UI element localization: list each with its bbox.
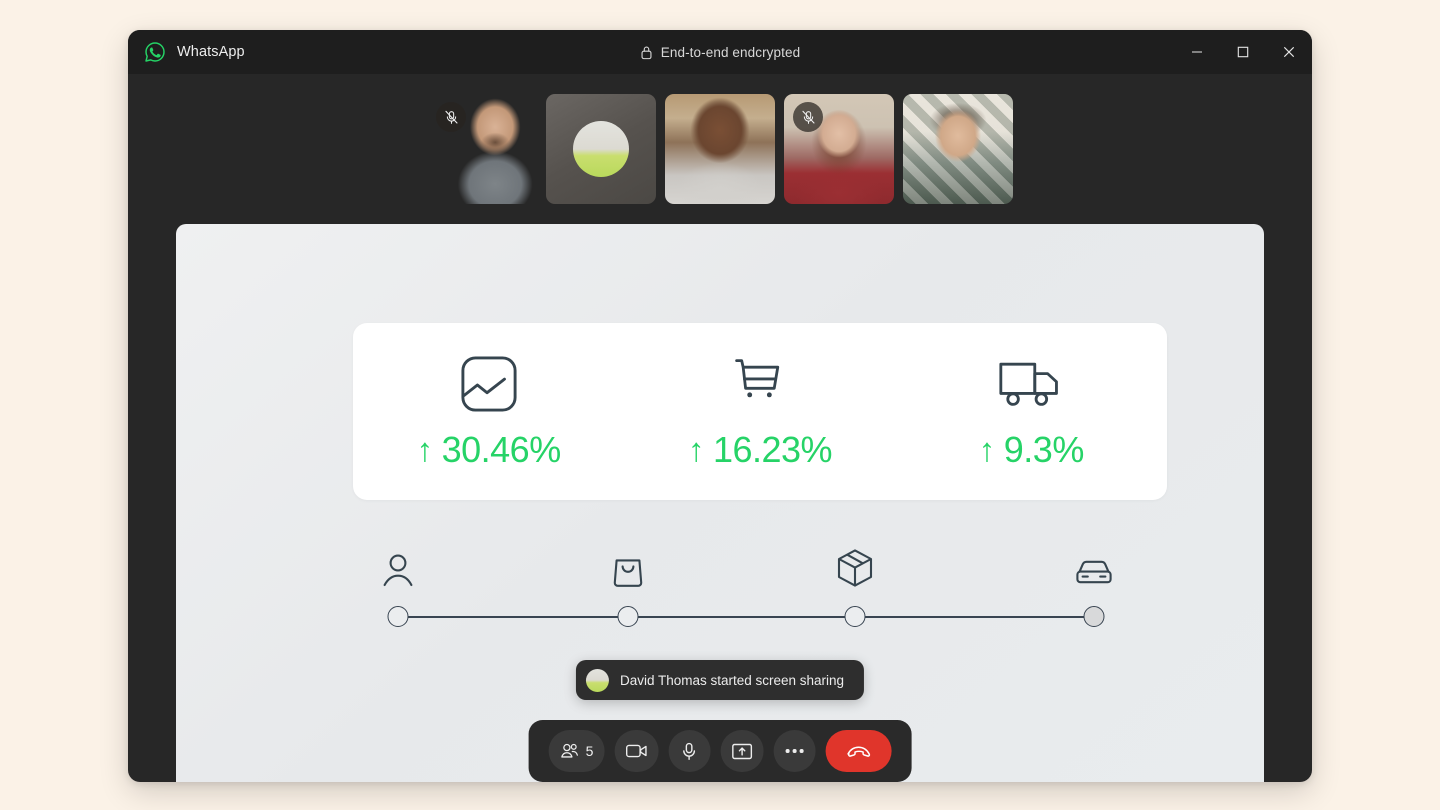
- participant-filmstrip: [128, 74, 1312, 224]
- maximize-button[interactable]: [1220, 30, 1266, 74]
- shared-screen-stage: ↑ 30.46% ↑ 16.23% ↑ 9.3% David Thomas st…: [176, 224, 1264, 782]
- car-icon: [1075, 558, 1113, 588]
- window-controls: [1174, 30, 1312, 74]
- shopping-bag-icon: [612, 554, 644, 588]
- mic-muted-icon: [444, 110, 459, 125]
- stats-card: ↑ 30.46% ↑ 16.23% ↑ 9.3%: [353, 323, 1167, 500]
- participant-video-3: [665, 94, 775, 204]
- stat-item-1: ↑ 16.23%: [624, 323, 895, 500]
- app-brand: WhatsApp: [128, 41, 245, 63]
- stat-value-0: ↑ 30.46%: [416, 428, 562, 471]
- participant-tile-5[interactable]: [903, 94, 1013, 204]
- end-call-icon: [845, 742, 871, 760]
- stat-value-1: ↑ 16.23%: [687, 428, 833, 471]
- more-options-icon: [785, 749, 804, 753]
- participants-count: 5: [585, 743, 594, 759]
- mic-muted-icon: [801, 110, 816, 125]
- people-icon: [560, 742, 580, 760]
- participant-tile-4[interactable]: [784, 94, 894, 204]
- trend-up-arrow-icon: ↑: [978, 431, 996, 468]
- microphone-icon: [681, 742, 698, 761]
- more-options-button[interactable]: [773, 730, 816, 772]
- encryption-indicator: End-to-end endcrypted: [128, 30, 1312, 74]
- image-chart-icon: [460, 353, 518, 415]
- tracker-node-0[interactable]: [387, 606, 409, 627]
- participant-tile-1[interactable]: [427, 94, 537, 204]
- call-control-bar: 5: [528, 720, 912, 782]
- minimize-button[interactable]: [1174, 30, 1220, 74]
- stat-item-0: ↑ 30.46%: [353, 323, 624, 500]
- participant-avatar-2: [573, 121, 629, 177]
- tracker-node-2[interactable]: [844, 606, 866, 627]
- participant-tile-3[interactable]: [665, 94, 775, 204]
- user-icon: [382, 552, 414, 588]
- lock-icon: [640, 45, 653, 60]
- tracker-rail: [387, 603, 1105, 631]
- stat-value-2: ↑ 9.3%: [978, 428, 1085, 471]
- tracker-line: [397, 616, 1095, 618]
- mute-badge-4: [793, 102, 823, 132]
- app-name-label: WhatsApp: [177, 44, 245, 60]
- microphone-button[interactable]: [668, 730, 711, 772]
- order-progress-tracker: [383, 542, 1113, 631]
- stat-percent-0: 30.46%: [441, 428, 562, 470]
- share-screen-icon: [731, 743, 752, 760]
- participant-video-5: [903, 94, 1013, 204]
- whatsapp-logo-icon: [144, 41, 166, 63]
- video-camera-icon: [625, 743, 647, 759]
- toast-message: David Thomas started screen sharing: [619, 672, 845, 688]
- participant-tile-2[interactable]: [546, 94, 656, 204]
- tracker-icon-row: [383, 542, 1113, 588]
- shopping-cart-icon: [731, 353, 789, 415]
- tracker-node-1[interactable]: [617, 606, 639, 627]
- delivery-truck-icon: [998, 353, 1064, 415]
- stat-item-2: ↑ 9.3%: [896, 323, 1167, 500]
- package-box-icon: [836, 548, 874, 588]
- trend-up-arrow-icon: ↑: [416, 431, 434, 468]
- stat-percent-2: 9.3%: [1003, 428, 1085, 470]
- close-button[interactable]: [1266, 30, 1312, 74]
- end-call-button[interactable]: [825, 730, 892, 772]
- mute-badge-1: [436, 102, 466, 132]
- stat-percent-1: 16.23%: [712, 428, 833, 470]
- david-thomas-avatar: [585, 668, 609, 692]
- participants-button[interactable]: 5: [548, 730, 605, 772]
- camera-button[interactable]: [614, 730, 659, 772]
- tracker-node-3[interactable]: [1083, 606, 1105, 627]
- encryption-label: End-to-end endcrypted: [660, 44, 801, 60]
- whatsapp-call-window: WhatsApp End-to-end endcrypted ↑ 30.46% …: [128, 30, 1312, 782]
- titlebar: WhatsApp End-to-end endcrypted: [128, 30, 1312, 74]
- trend-up-arrow-icon: ↑: [687, 431, 705, 468]
- screen-share-toast: David Thomas started screen sharing: [575, 660, 865, 700]
- share-screen-button[interactable]: [720, 730, 764, 772]
